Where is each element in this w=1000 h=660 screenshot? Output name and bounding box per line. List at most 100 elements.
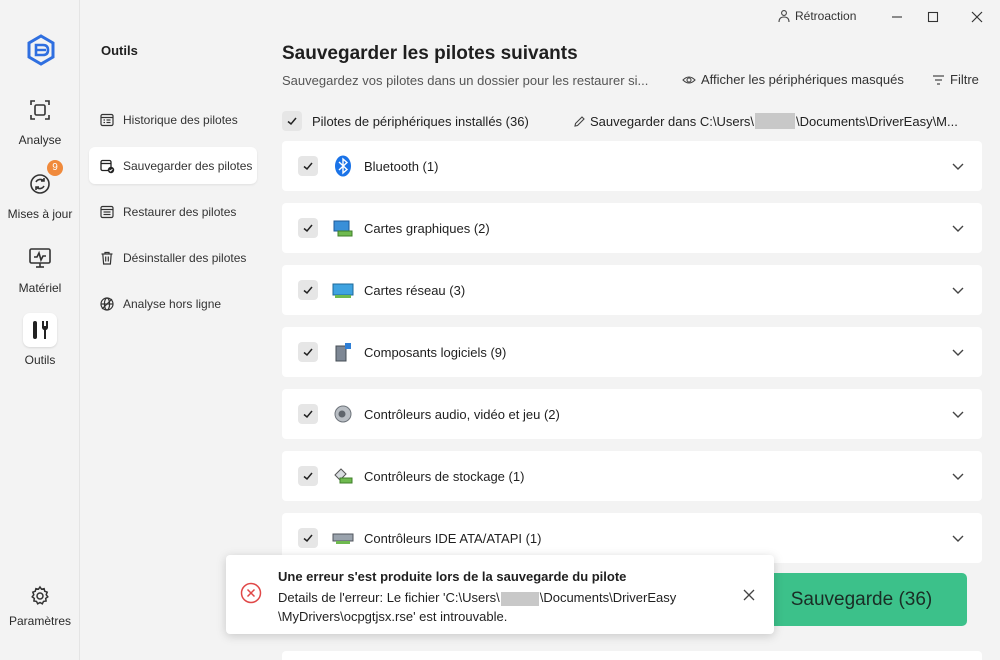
redacted-username xyxy=(755,113,796,129)
subnav-item-backup-drivers[interactable]: Sauvegarder des pilotes xyxy=(89,147,257,184)
category-label: Cartes réseau (3) xyxy=(364,282,466,298)
category-label: Bluetooth (1) xyxy=(364,158,439,174)
rail-item-label: Analyse xyxy=(18,133,62,147)
chevron-down-icon[interactable] xyxy=(950,468,966,484)
subnav-item-restore-drivers[interactable]: Restaurer des pilotes xyxy=(89,193,257,230)
feedback-button[interactable]: Rétroaction xyxy=(777,9,856,23)
graphics-card-icon xyxy=(332,217,354,239)
tools-icon xyxy=(23,313,57,347)
check-icon xyxy=(303,534,313,543)
ide-controller-icon xyxy=(332,527,354,549)
chevron-down-icon[interactable] xyxy=(950,406,966,422)
rail-item-tools[interactable]: Outils xyxy=(0,313,80,367)
maximize-button[interactable] xyxy=(922,6,944,28)
subnav-item-driver-history[interactable]: Historique des pilotes xyxy=(89,101,257,138)
software-component-icon xyxy=(332,341,354,363)
gear-icon xyxy=(28,584,52,608)
category-row-graphics[interactable]: Cartes graphiques (2) xyxy=(282,203,982,253)
minimize-button[interactable] xyxy=(886,6,908,28)
feedback-icon xyxy=(778,10,790,23)
filter-icon xyxy=(933,74,944,85)
subnav-item-label: Analyse hors ligne xyxy=(123,296,222,311)
category-checkbox[interactable] xyxy=(298,218,318,238)
scan-icon xyxy=(23,93,57,127)
eye-icon xyxy=(682,75,696,84)
filter-button[interactable]: Filtre xyxy=(932,72,979,87)
hardware-icon xyxy=(23,241,57,275)
category-checkbox[interactable] xyxy=(298,280,318,300)
category-checkbox[interactable] xyxy=(298,528,318,548)
subnav-item-uninstall-drivers[interactable]: Désinstaller des pilotes xyxy=(89,239,257,276)
category-label: Contrôleurs de stockage (1) xyxy=(364,468,525,484)
restore-icon xyxy=(100,205,114,218)
save-path-prefix: Sauvegarder dans C:\Users\ xyxy=(590,113,755,129)
check-icon xyxy=(303,162,313,171)
category-checkbox[interactable] xyxy=(298,466,318,486)
chevron-down-icon[interactable] xyxy=(950,220,966,236)
close-icon[interactable] xyxy=(741,587,757,603)
chevron-down-icon[interactable] xyxy=(950,158,966,174)
category-label: Contrôleurs audio, vidéo et jeu (2) xyxy=(364,406,560,422)
rail-item-settings[interactable]: Paramètres xyxy=(0,584,80,628)
subnav-title: Outils xyxy=(101,43,138,58)
subnav-item-offline-scan[interactable]: Analyse hors ligne xyxy=(89,285,257,322)
select-all-row[interactable]: Pilotes de périphériques installés (36) xyxy=(282,111,529,131)
storage-controller-icon xyxy=(332,465,354,487)
chevron-down-icon[interactable] xyxy=(950,344,966,360)
page-title: Sauvegarder les pilotes suivants xyxy=(282,43,578,64)
maximize-icon xyxy=(927,11,939,23)
check-icon xyxy=(303,286,313,295)
nav-rail: Analyse 9 Mises à jour Matériel Outils P… xyxy=(0,0,80,660)
subnav-item-label: Sauvegarder des pilotes xyxy=(123,158,253,173)
backup-button[interactable]: Sauvegarde (36) xyxy=(756,573,967,626)
rail-item-updates[interactable]: 9 Mises à jour xyxy=(0,160,80,221)
category-row-storage[interactable]: Contrôleurs de stockage (1) xyxy=(282,451,982,501)
show-hidden-label: Afficher les périphériques masqués xyxy=(701,72,904,87)
error-toast: Une erreur s'est produite lors de la sau… xyxy=(226,555,774,634)
check-icon xyxy=(303,472,313,481)
toast-line2: \MyDrivers\ocpgtjsx.rse' est introuvable… xyxy=(278,609,508,624)
rail-item-analyse[interactable]: Analyse xyxy=(0,93,80,147)
category-row-bluetooth[interactable]: Bluetooth (1) xyxy=(282,141,982,191)
category-checkbox[interactable] xyxy=(298,156,318,176)
minimize-icon xyxy=(892,16,902,18)
check-icon xyxy=(303,410,313,419)
category-checkbox[interactable] xyxy=(298,404,318,424)
select-all-checkbox[interactable] xyxy=(282,111,302,131)
toast-line1-prefix: Details de l'erreur: Le fichier 'C:\User… xyxy=(278,590,500,605)
trash-icon xyxy=(101,251,113,265)
category-row-audio[interactable]: Contrôleurs audio, vidéo et jeu (2) xyxy=(282,389,982,439)
category-label: Cartes graphiques (2) xyxy=(364,220,490,236)
category-label: Composants logiciels (9) xyxy=(364,344,507,360)
bluetooth-icon xyxy=(332,155,354,177)
error-icon xyxy=(240,582,262,604)
settings-label: Paramètres xyxy=(8,614,72,628)
close-window-button[interactable] xyxy=(966,6,988,28)
category-row-software[interactable]: Composants logiciels (9) xyxy=(282,327,982,377)
rail-item-label: Outils xyxy=(24,353,56,367)
subnav-item-label: Restaurer des pilotes xyxy=(123,204,237,219)
network-card-icon xyxy=(332,279,354,301)
offline-icon xyxy=(100,296,114,311)
subnav-item-label: Désinstaller des pilotes xyxy=(123,250,247,265)
check-icon xyxy=(303,224,313,233)
show-hidden-devices-button[interactable]: Afficher les périphériques masqués xyxy=(682,72,904,87)
save-location-button[interactable]: Sauvegarder dans C:\Users\ \Documents\Dri… xyxy=(573,113,978,129)
history-icon xyxy=(100,113,114,126)
redacted-username xyxy=(500,591,539,606)
category-checkbox[interactable] xyxy=(298,342,318,362)
check-icon xyxy=(287,117,297,126)
page-subtitle: Sauvegardez vos pilotes dans un dossier … xyxy=(282,73,649,88)
check-icon xyxy=(303,348,313,357)
rail-item-hardware[interactable]: Matériel xyxy=(0,241,80,295)
update-icon: 9 xyxy=(23,160,63,201)
category-label: Contrôleurs IDE ATA/ATAPI (1) xyxy=(364,530,542,546)
category-row-partial xyxy=(282,651,982,660)
updates-badge: 9 xyxy=(47,160,63,176)
chevron-down-icon[interactable] xyxy=(950,282,966,298)
toast-title: Une erreur s'est produite lors de la sau… xyxy=(278,569,627,584)
category-row-network[interactable]: Cartes réseau (3) xyxy=(282,265,982,315)
chevron-down-icon[interactable] xyxy=(950,530,966,546)
feedback-label: Rétroaction xyxy=(795,9,857,23)
toast-message: Details de l'erreur: Le fichier 'C:\User… xyxy=(278,588,718,626)
